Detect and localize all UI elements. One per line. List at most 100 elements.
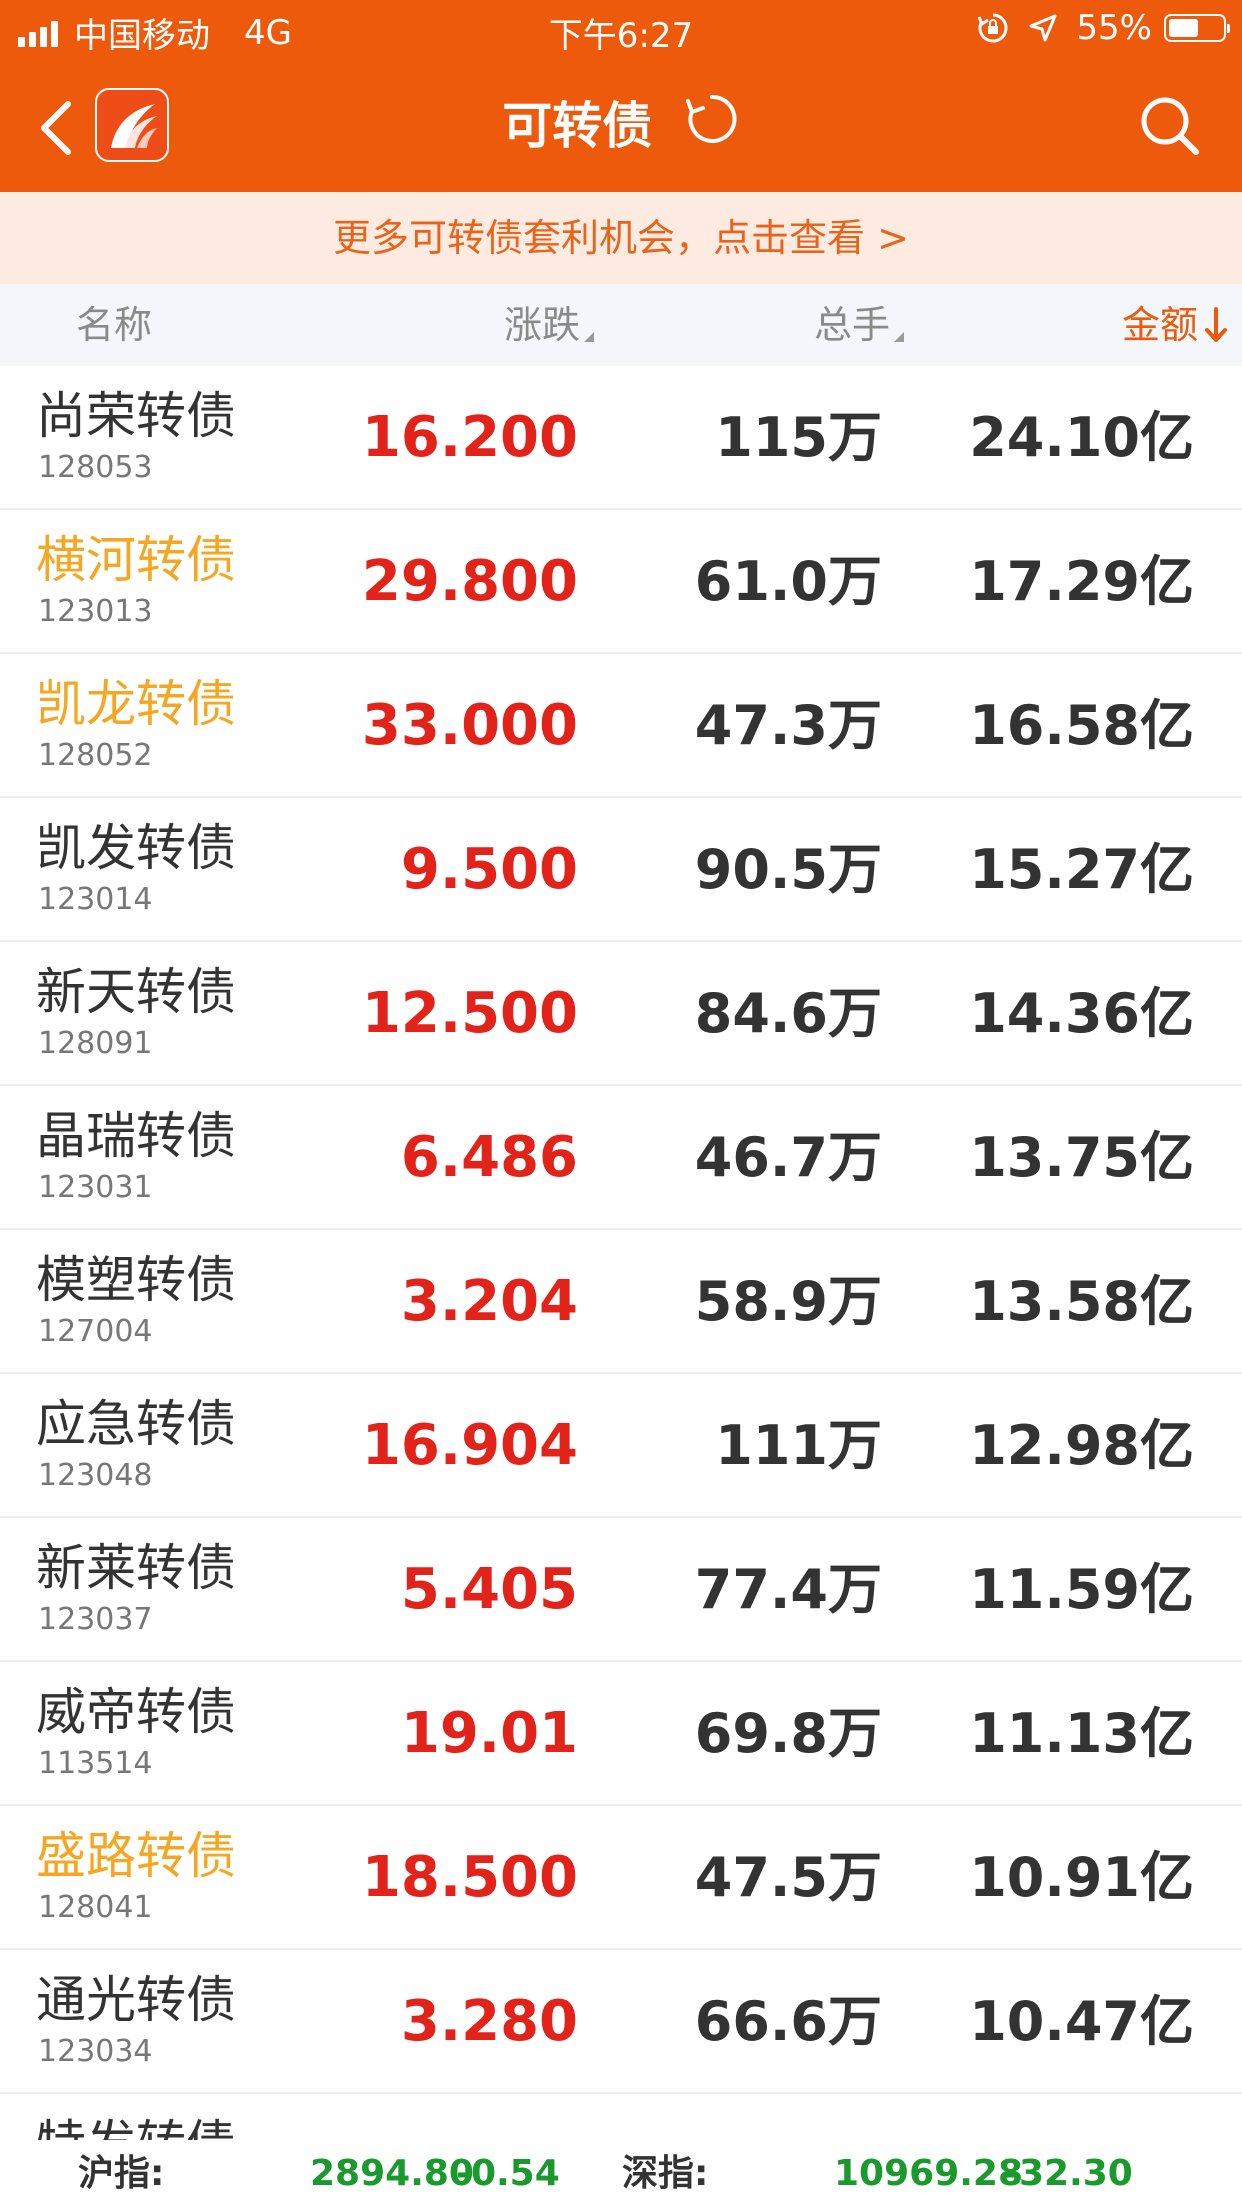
bond-volume: 115万 (715, 406, 882, 469)
sz-index-label: 深指: (622, 2153, 709, 2194)
column-header: 名称 涨跌 总手 金额 (0, 284, 1242, 366)
bond-code: 128053 (38, 450, 153, 485)
bond-amount: 12.98亿 (969, 1414, 1194, 1477)
bond-code: 128052 (38, 738, 153, 773)
table-row[interactable]: 新天转债 128091 12.500 84.6万 14.36亿 (0, 942, 1242, 1086)
index-bar[interactable]: 沪指: 2894.80 -0.54 深指: 10969.28 -32.30 (0, 2140, 1242, 2208)
location-icon (1028, 13, 1058, 43)
bond-amount: 10.91亿 (969, 1846, 1194, 1909)
bond-amount: 17.29亿 (969, 550, 1194, 613)
refresh-icon[interactable] (684, 91, 740, 160)
table-row[interactable]: 新莱转债 123037 5.405 77.4万 11.59亿 (0, 1518, 1242, 1662)
col-amount[interactable]: 金额 (1122, 284, 1228, 372)
nav-bar: 可转债 (0, 60, 1242, 192)
bond-change: 18.500 (361, 1845, 578, 1910)
bond-change: 3.280 (400, 1989, 578, 2054)
col-name: 名称 (76, 303, 153, 347)
bond-amount: 13.75亿 (969, 1126, 1194, 1189)
bond-amount: 11.59亿 (969, 1558, 1194, 1621)
bond-volume: 47.5万 (694, 1846, 882, 1909)
nav-title-group: 可转债 (0, 94, 1242, 160)
bond-change: 9.500 (400, 837, 578, 902)
battery-fill (1169, 19, 1198, 37)
bond-change: 19.01 (400, 1701, 578, 1766)
bond-code: 128091 (38, 1026, 153, 1061)
table-row[interactable]: 模塑转债 127004 3.204 58.9万 13.58亿 (0, 1230, 1242, 1374)
promo-banner[interactable]: 更多可转债套利机会，点击查看 > (0, 192, 1242, 284)
bond-volume: 69.8万 (694, 1702, 882, 1765)
arrow-down-icon (1204, 290, 1228, 372)
bond-volume: 46.7万 (694, 1126, 882, 1189)
table-row[interactable]: 凯发转债 123014 9.500 90.5万 15.27亿 (0, 798, 1242, 942)
bond-code: 123037 (38, 1602, 153, 1637)
bond-name: 凯龙转债 (36, 675, 236, 733)
bond-code: 128041 (38, 1890, 153, 1925)
bond-change: 16.200 (361, 405, 578, 470)
bond-code: 123014 (38, 882, 153, 917)
battery-icon (1164, 14, 1230, 42)
bond-volume: 84.6万 (694, 982, 882, 1045)
bond-code: 123013 (38, 594, 153, 629)
sort-triangle-icon (894, 332, 904, 342)
col-change-label: 涨跌 (503, 303, 580, 347)
bond-name: 新天转债 (36, 963, 236, 1021)
bond-change: 5.405 (400, 1557, 578, 1622)
bond-volume: 66.6万 (694, 1990, 882, 2053)
col-volume[interactable]: 总手 (814, 284, 904, 366)
sh-index-label: 沪指: (78, 2153, 165, 2194)
bond-amount: 11.13亿 (969, 1702, 1194, 1765)
rotation-lock-icon (976, 11, 1010, 45)
table-row[interactable]: 晶瑞转债 123031 6.486 46.7万 13.75亿 (0, 1086, 1242, 1230)
status-right: 55% (976, 8, 1230, 48)
table-row[interactable]: 凯龙转债 128052 33.000 47.3万 16.58亿 (0, 654, 1242, 798)
bond-code: 127004 (38, 1314, 153, 1349)
bond-amount: 13.58亿 (969, 1270, 1194, 1333)
table-row[interactable]: 尚荣转债 128053 16.200 115万 24.10亿 (0, 366, 1242, 510)
col-volume-label: 总手 (813, 303, 890, 347)
bond-name: 应急转债 (36, 1395, 236, 1453)
search-button[interactable] (1138, 94, 1202, 158)
table-row[interactable]: 威帝转债 113514 19.01 69.8万 11.13亿 (0, 1662, 1242, 1806)
header: 中国移动 4G 下午6:27 55% 可转债 (0, 0, 1242, 192)
bond-volume: 77.4万 (694, 1558, 882, 1621)
bond-volume: 111万 (715, 1414, 882, 1477)
status-bar: 中国移动 4G 下午6:27 55% (0, 0, 1242, 60)
bond-change: 12.500 (361, 981, 578, 1046)
sh-index-value: 2894.80 (310, 2153, 474, 2194)
bond-amount: 14.36亿 (969, 982, 1194, 1045)
sh-index-change: -0.54 (456, 2153, 560, 2194)
bond-list[interactable]: 尚荣转债 128053 16.200 115万 24.10亿 横河转债 123013 29.8… (0, 366, 1242, 2140)
bond-amount: 10.47亿 (969, 1990, 1194, 2053)
bond-change: 33.000 (361, 693, 578, 758)
battery-label: 55% (1076, 8, 1152, 48)
bond-amount: 15.27亿 (969, 838, 1194, 901)
table-row[interactable]: 特发转债 (0, 2094, 1242, 2140)
table-row[interactable]: 横河转债 123013 29.800 61.0万 17.29亿 (0, 510, 1242, 654)
search-icon (1141, 97, 1199, 155)
bond-change: 3.204 (400, 1269, 578, 1334)
page-title: 可转债 (502, 97, 653, 155)
bond-name: 尚荣转债 (36, 387, 236, 445)
bond-volume: 58.9万 (694, 1270, 882, 1333)
col-amount-label: 金额 (1121, 303, 1198, 347)
bond-name: 新莱转债 (36, 1539, 236, 1597)
bond-volume: 47.3万 (694, 694, 882, 757)
col-change[interactable]: 涨跌 (504, 284, 594, 366)
bond-volume: 61.0万 (694, 550, 882, 613)
bond-amount: 24.10亿 (969, 406, 1194, 469)
bond-name: 威帝转债 (36, 1683, 236, 1741)
table-row[interactable]: 应急转债 123048 16.904 111万 12.98亿 (0, 1374, 1242, 1518)
bond-change: 29.800 (361, 549, 578, 614)
bond-name: 盛路转债 (36, 1827, 236, 1885)
sz-index-change: -32.30 (1004, 2153, 1133, 2194)
bond-code: 123031 (38, 1170, 153, 1205)
table-row[interactable]: 盛路转债 128041 18.500 47.5万 10.91亿 (0, 1806, 1242, 1950)
bond-name: 凯发转债 (36, 819, 236, 877)
bond-name: 模塑转债 (36, 1251, 236, 1309)
bond-code: 123048 (38, 1458, 153, 1493)
bond-code: 123034 (38, 2034, 153, 2069)
bond-volume: 90.5万 (694, 838, 882, 901)
sort-triangle-icon (584, 332, 594, 342)
table-row[interactable]: 通光转债 123034 3.280 66.6万 10.47亿 (0, 1950, 1242, 2094)
bond-name: 通光转债 (36, 1971, 236, 2029)
